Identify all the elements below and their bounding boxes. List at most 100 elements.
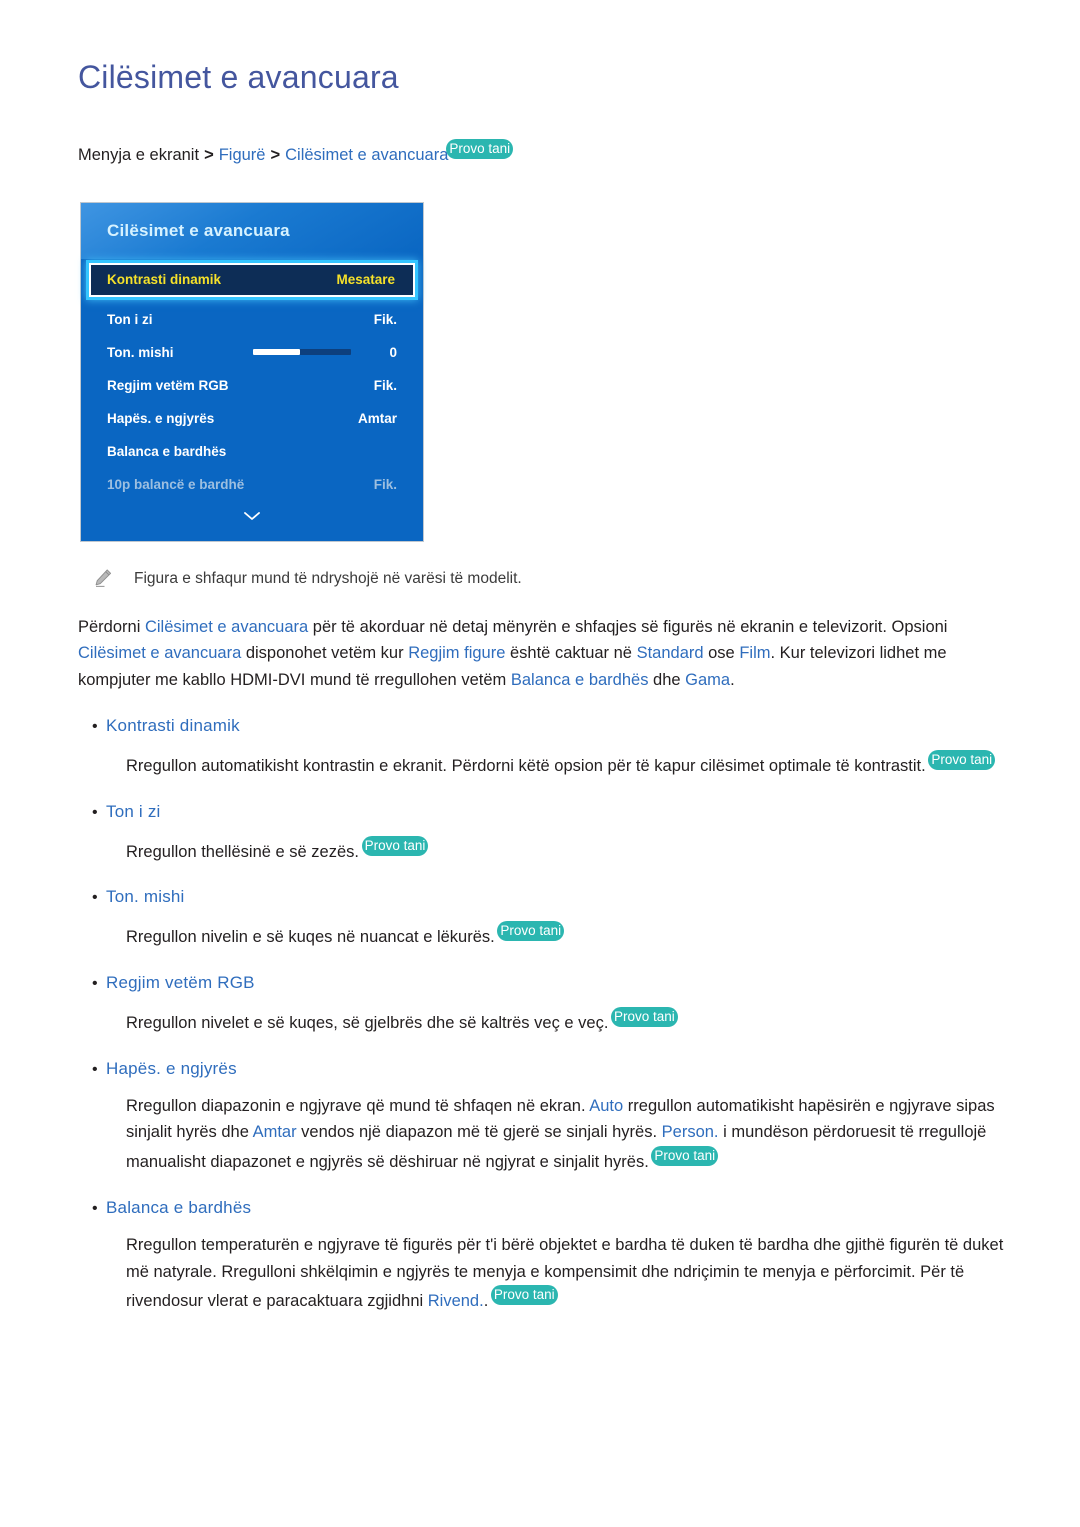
- tv-menu-row-value: Amtar: [357, 410, 397, 426]
- bullet-link-reset[interactable]: Rivend.: [428, 1292, 484, 1310]
- bullet-link-native[interactable]: Amtar: [253, 1123, 297, 1141]
- bullet-body-black-tone: Rregullon thellësinë e së zezës. Provo t…: [126, 835, 1006, 866]
- bullet-heading: • Balanca e bardhës: [78, 1198, 1008, 1218]
- tv-menu-row-label: Balanca e bardhës: [107, 443, 227, 459]
- pencil-icon: [90, 568, 116, 588]
- intro-text-2: për të akorduar në detaj mënyrën e shfaq…: [308, 617, 948, 636]
- intro-link-picture-mode[interactable]: Regjim figure: [408, 644, 505, 662]
- content-column: Cilësimet e avancuara Menyja e ekranit > F…: [78, 59, 1008, 1321]
- bullet-title-flesh-tone[interactable]: Ton. mishi: [106, 887, 185, 907]
- try-now-pill[interactable]: Provo tani: [611, 1006, 678, 1027]
- page-title: Cilësimet e avancuara: [78, 59, 399, 95]
- bullet-link-auto[interactable]: Auto: [589, 1097, 623, 1115]
- tv-menu-row-label: Ton i zi: [107, 311, 153, 327]
- breadcrumb-separator-1: >: [204, 146, 214, 165]
- tv-menu-row-label: 10p balancë e bardhë: [107, 476, 245, 492]
- tv-menu-row-color-space[interactable]: Hapës. e ngjyrës Amtar: [89, 402, 415, 435]
- bullet-body-text-3: vendos një diapazon më të gjerë se sinja…: [296, 1123, 662, 1142]
- breadcrumb-root: Menyja e ekranit: [78, 146, 200, 165]
- bullet-block-flesh-tone: • Ton. mishi Rregullon nivelin e së kuqe…: [78, 887, 1008, 951]
- bullet-dot-icon: •: [92, 1060, 98, 1078]
- document-page: Cilësimet e avancuara Menyja e ekranit > F…: [0, 0, 1080, 1527]
- bullet-heading: • Kontrasti dinamik: [78, 716, 1008, 736]
- tv-menu-row-label: Ton. mishi: [107, 344, 174, 360]
- bullet-heading: • Ton. mishi: [78, 887, 1008, 907]
- bullet-block-white-balance: • Balanca e bardhës Rregullon temperatur…: [78, 1198, 1008, 1315]
- flesh-tone-slider[interactable]: [253, 349, 351, 356]
- bullet-heading: • Hapës. e ngjyrës: [78, 1059, 1008, 1079]
- tv-menu-row-value: Fik.: [373, 377, 397, 393]
- intro-text-3: disponohet vetëm kur: [241, 644, 409, 663]
- bullet-dot-icon: •: [92, 803, 98, 821]
- tv-menu-row-black-tone[interactable]: Ton i zi Fik.: [89, 303, 415, 336]
- try-now-pill[interactable]: Provo tani: [497, 921, 565, 942]
- tv-menu-row-value: 0: [389, 344, 397, 360]
- try-now-pill[interactable]: Provo tani: [490, 1285, 558, 1306]
- tv-menu-row-10p-white-balance[interactable]: 10p balancë e bardhë Fik.: [89, 468, 415, 501]
- bullet-title-rgb-only-mode[interactable]: Regjim vetëm RGB: [106, 973, 255, 993]
- tv-menu-row-label: Hapës. e ngjyrës: [107, 410, 215, 426]
- bullet-dot-icon: •: [92, 717, 98, 735]
- tv-menu-title: Cilësimet e avancuara: [107, 220, 290, 240]
- bullet-title-white-balance[interactable]: Balanca e bardhës: [106, 1198, 251, 1218]
- breadcrumb-separator-2: >: [270, 146, 281, 165]
- tv-menu-row-rgb-only-mode[interactable]: Regjim vetëm RGB Fik.: [89, 369, 415, 402]
- bullet-title-color-space[interactable]: Hapës. e ngjyrës: [106, 1059, 237, 1079]
- note-line: Figura e shfaqur mund të ndryshojë në va…: [90, 568, 1008, 590]
- bullet-link-custom[interactable]: Person.: [662, 1123, 719, 1141]
- intro-link-film[interactable]: Film: [739, 644, 770, 662]
- tv-menu-mock: Cilësimet e avancuara Kontrasti dinamik …: [80, 201, 424, 542]
- intro-text-1: Përdorni: [78, 617, 145, 636]
- intro-paragraph: Përdorni Cilësimet e avancuara për të ak…: [78, 614, 1008, 694]
- bullet-body-text-1: Rregullon diapazonin e ngjyrave që mund …: [126, 1096, 590, 1115]
- tv-menu-row-value: Fik.: [373, 476, 397, 492]
- tv-menu-row-dynamic-contrast[interactable]: Kontrasti dinamik Mesatare: [89, 262, 415, 297]
- bullet-body-white-balance: Rregullon temperaturën e ngjyrave të fig…: [126, 1232, 1006, 1315]
- bullet-body-text: Rregullon nivelin e së kuqes në nuancat …: [126, 928, 500, 947]
- tv-menu-row-white-balance[interactable]: Balanca e bardhës: [89, 435, 415, 468]
- intro-link-standard[interactable]: Standard: [637, 644, 704, 662]
- try-now-pill[interactable]: Provo tani: [361, 835, 429, 856]
- bullet-title-black-tone[interactable]: Ton i zi: [106, 802, 161, 822]
- tv-menu-rows: Kontrasti dinamik Mesatare Ton i zi Fik.…: [81, 262, 423, 531]
- intro-link-advanced-settings-2[interactable]: Cilësimet e avancuara: [78, 644, 241, 662]
- intro-link-white-balance[interactable]: Balanca e bardhës: [511, 671, 649, 689]
- bullet-body-text: Rregullon thellësinë e së zezës.: [126, 842, 364, 861]
- bullet-title-dynamic-contrast[interactable]: Kontrasti dinamik: [106, 716, 240, 736]
- intro-text-4: është caktuar në: [505, 644, 637, 663]
- bullet-body-text: Rregullon nivelet e së kuqes, së gjelbrë…: [126, 1013, 614, 1032]
- slider-fill: [253, 349, 301, 356]
- breadcrumb-link-figure[interactable]: Figurë: [219, 146, 266, 164]
- intro-text-8: .: [730, 671, 735, 690]
- try-now-pill[interactable]: Provo tani: [651, 1146, 719, 1167]
- bullet-block-dynamic-contrast: • Kontrasti dinamik Rregullon automatiki…: [78, 716, 1008, 780]
- try-now-pill[interactable]: Provo tani: [446, 139, 514, 160]
- bullet-body-text-1: Rregullon temperaturën e ngjyrave të fig…: [126, 1235, 1004, 1311]
- intro-link-gamma[interactable]: Gama: [685, 671, 730, 689]
- bullet-body-flesh-tone: Rregullon nivelin e së kuqes në nuancat …: [126, 921, 1006, 951]
- bullet-body-rgb-only-mode: Rregullon nivelet e së kuqes, së gjelbrë…: [126, 1006, 1006, 1037]
- try-now-pill[interactable]: Provo tani: [928, 749, 996, 770]
- bullet-body-dynamic-contrast: Rregullon automatikisht kontrastin e ekr…: [126, 749, 1006, 780]
- chevron-down-icon: [244, 512, 260, 520]
- intro-link-advanced-settings-1[interactable]: Cilësimet e avancuara: [145, 618, 308, 636]
- intro-text-7: dhe: [648, 671, 686, 690]
- bullet-block-black-tone: • Ton i zi Rregullon thellësinë e së zez…: [78, 802, 1008, 866]
- breadcrumb-link-advanced-settings[interactable]: Cilësimet e avancuara: [285, 146, 448, 164]
- tv-menu-row-flesh-tone[interactable]: Ton. mishi 0: [89, 336, 415, 369]
- bullet-body-text: Rregullon automatikisht kontrastin e ekr…: [126, 756, 931, 775]
- note-text: Figura e shfaqur mund të ndryshojë në va…: [134, 569, 522, 587]
- bullet-body-color-space: Rregullon diapazonin e ngjyrave që mund …: [126, 1093, 1006, 1176]
- tv-menu-row-label: Regjim vetëm RGB: [107, 377, 229, 393]
- tv-menu-row-label: Kontrasti dinamik: [107, 272, 222, 288]
- tv-menu-header: Cilësimet e avancuara: [81, 202, 423, 259]
- tv-menu-row-value: Fik.: [373, 311, 397, 327]
- breadcrumb: Menyja e ekranit > Figurë > Cilësimet e avan…: [78, 139, 1008, 168]
- bullet-dot-icon: •: [92, 974, 98, 992]
- bullet-block-color-space: • Hapës. e ngjyrës Rregullon diapazonin …: [78, 1059, 1008, 1176]
- bullet-block-rgb-only-mode: • Regjim vetëm RGB Rregullon nivelet e s…: [78, 973, 1008, 1037]
- bullet-dot-icon: •: [92, 889, 98, 907]
- bullet-heading: • Regjim vetëm RGB: [78, 973, 1008, 993]
- tv-menu-scroll-more[interactable]: [89, 501, 415, 531]
- intro-text-5: ose: [703, 644, 740, 663]
